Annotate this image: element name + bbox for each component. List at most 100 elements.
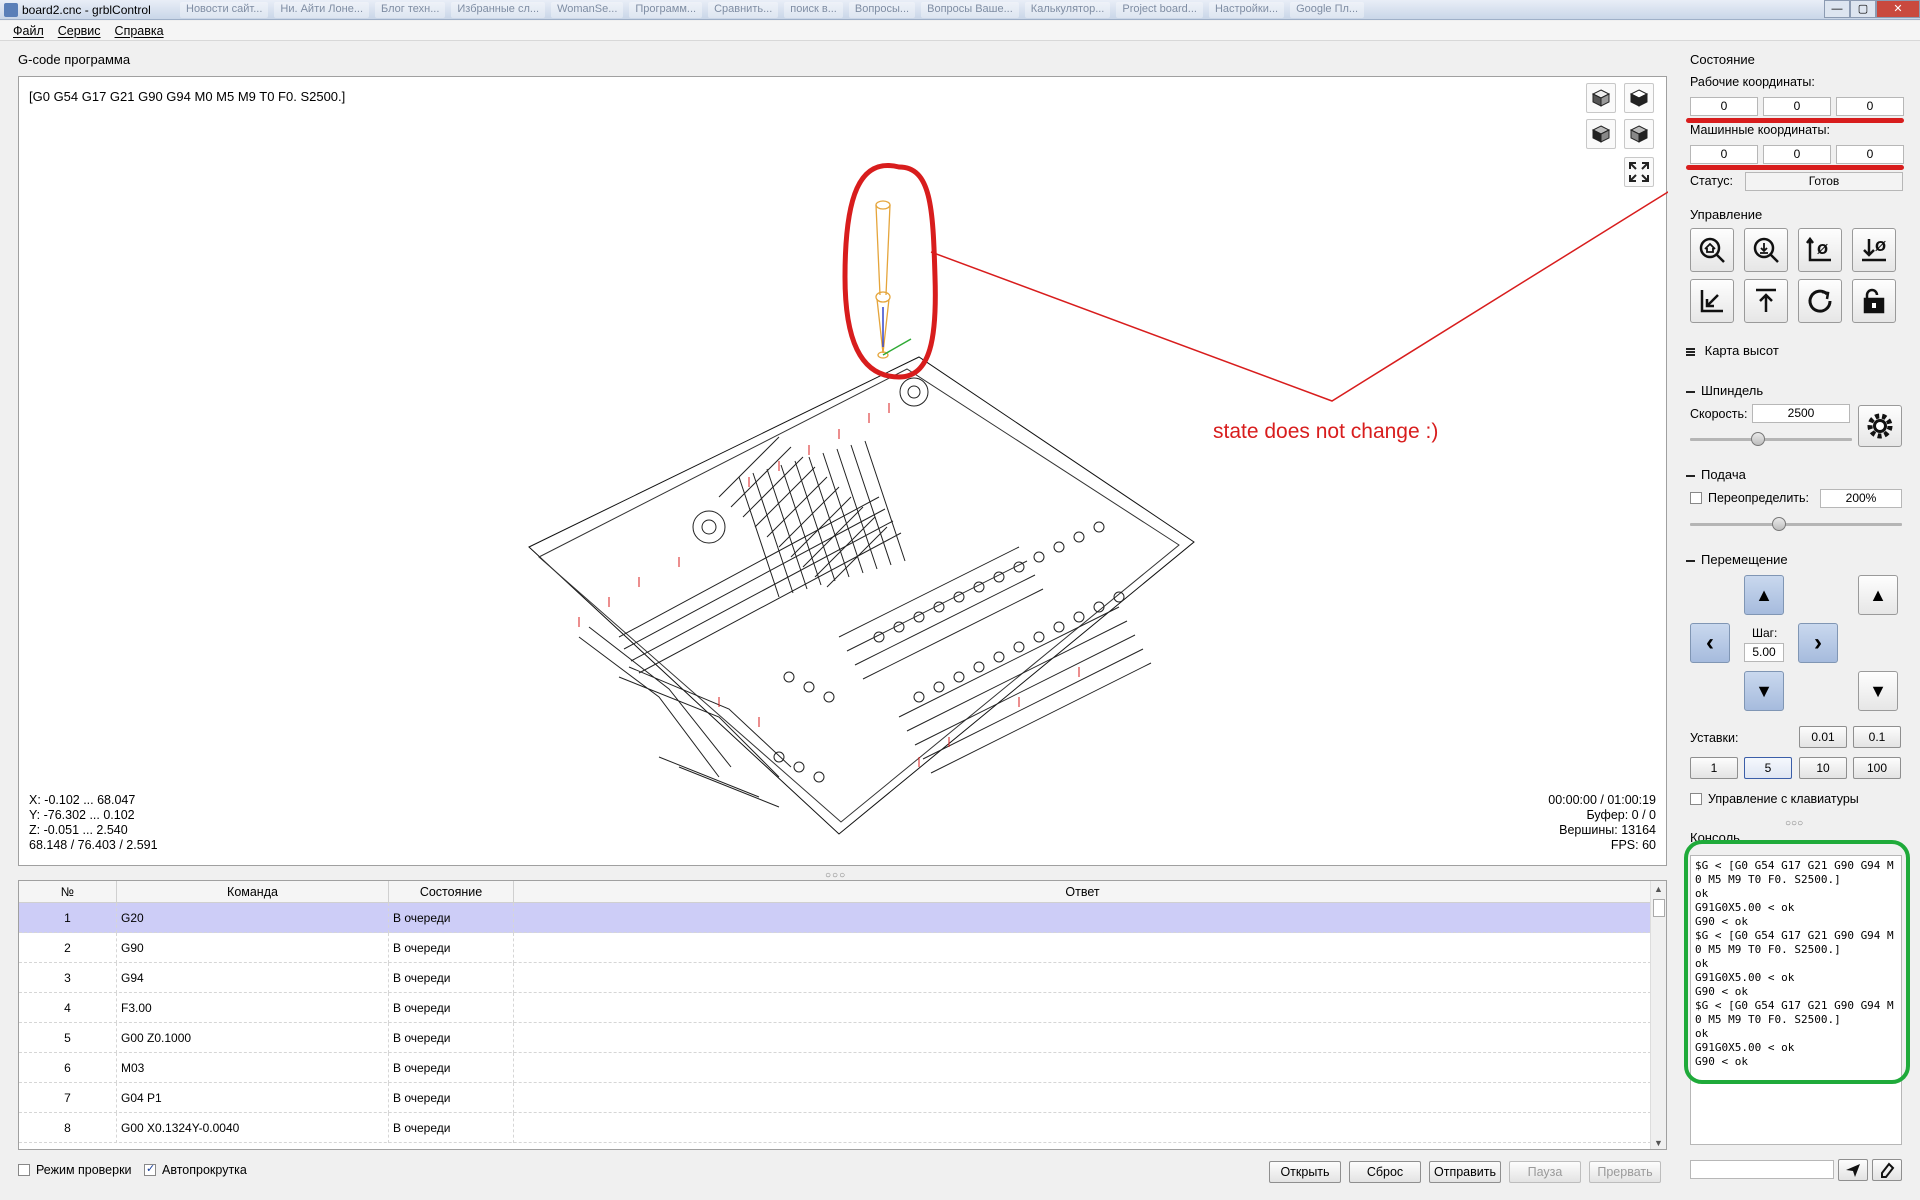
bounds-size: 68.148 / 76.403 / 2.591 bbox=[29, 838, 158, 852]
abort-button[interactable]: Прервать bbox=[1589, 1161, 1661, 1183]
control-group-title: Управление bbox=[1690, 207, 1763, 222]
jog-section-header[interactable]: Перемещение bbox=[1686, 552, 1788, 567]
table-row[interactable]: 8 G00 X0.1324Y-0.0040 В очереди bbox=[19, 1113, 1651, 1143]
feed-slider-handle[interactable] bbox=[1772, 517, 1787, 531]
spindle-slider-handle[interactable] bbox=[1751, 432, 1766, 446]
table-scrollbar[interactable]: ▲ ▼ bbox=[1650, 881, 1666, 1149]
toolpath-drawing bbox=[528, 163, 1668, 835]
close-button[interactable]: ✕ bbox=[1876, 0, 1920, 18]
work-y-field: 0 bbox=[1763, 97, 1831, 116]
row-command: G00 Z0.1000 bbox=[117, 1023, 389, 1053]
jog-z-plus-button[interactable]: ▲ bbox=[1858, 575, 1898, 615]
table-row[interactable]: 6 M03 В очереди bbox=[19, 1053, 1651, 1083]
autoscroll-checkbox[interactable] bbox=[144, 1162, 156, 1176]
soft-reset-button[interactable] bbox=[1798, 279, 1842, 323]
col-state[interactable]: Состояние bbox=[389, 881, 514, 903]
scroll-down-icon[interactable]: ▼ bbox=[1654, 1138, 1663, 1148]
machine-y-field: 0 bbox=[1763, 145, 1831, 164]
feed-section-header[interactable]: Подача bbox=[1686, 467, 1746, 482]
presets-label: Уставки: bbox=[1690, 731, 1739, 745]
table-row[interactable]: 3 G94 В очереди bbox=[19, 963, 1651, 993]
table-row[interactable]: 5 G00 Z0.1000 В очереди bbox=[19, 1023, 1651, 1053]
safe-position-button[interactable] bbox=[1744, 279, 1788, 323]
maximize-button[interactable]: ▢ bbox=[1850, 0, 1876, 18]
console-send-button[interactable] bbox=[1838, 1159, 1868, 1181]
splitter-handle[interactable]: ○○○ bbox=[1785, 818, 1803, 829]
col-command[interactable]: Команда bbox=[117, 881, 389, 903]
console-clear-button[interactable] bbox=[1872, 1159, 1902, 1181]
collapse-icon bbox=[1686, 474, 1695, 477]
menu-file[interactable]: Файл bbox=[6, 21, 51, 40]
spindle-section-header[interactable]: Шпиндель bbox=[1686, 383, 1763, 398]
preset-10-button[interactable]: 10 bbox=[1799, 757, 1847, 779]
jog-x-plus-button[interactable]: › bbox=[1798, 623, 1838, 663]
open-button[interactable]: Открыть bbox=[1269, 1161, 1341, 1183]
bottom-bar: Режим проверки Автопрокрутка Открыть Сбр… bbox=[18, 1158, 1667, 1184]
title-bar[interactable]: board2.cnc - grblControl Новости сайт...… bbox=[0, 0, 1920, 20]
zero-xy-button[interactable]: Ø bbox=[1798, 228, 1842, 272]
check-mode-checkbox[interactable] bbox=[18, 1164, 30, 1176]
jog-x-minus-button[interactable]: ‹ bbox=[1690, 623, 1730, 663]
menu-service[interactable]: Сервис bbox=[51, 21, 108, 40]
restore-origin-button[interactable] bbox=[1690, 279, 1734, 323]
spindle-speed-field[interactable]: 2500 bbox=[1752, 404, 1850, 423]
work-z-field: 0 bbox=[1836, 97, 1904, 116]
arrow-down-icon: ▼ bbox=[1755, 680, 1773, 701]
preset-5-button[interactable]: 5 bbox=[1744, 757, 1792, 779]
svg-text:Ø: Ø bbox=[1875, 240, 1886, 255]
arrow-up-icon: ▲ bbox=[1869, 584, 1887, 605]
table-row[interactable]: 2 G90 В очереди bbox=[19, 933, 1651, 963]
work-coords-label: Рабочие координаты: bbox=[1690, 75, 1815, 89]
jog-z-minus-button[interactable]: ▼ bbox=[1858, 671, 1898, 711]
preset-0.01-button[interactable]: 0.01 bbox=[1799, 726, 1847, 748]
buffer-readout: Буфер: 0 / 0 bbox=[1586, 808, 1657, 822]
feed-slider-track[interactable] bbox=[1690, 523, 1902, 526]
row-number: 3 bbox=[19, 963, 117, 993]
spindle-slider-track[interactable] bbox=[1690, 438, 1852, 441]
row-number: 4 bbox=[19, 993, 117, 1023]
col-response[interactable]: Ответ bbox=[514, 881, 1651, 903]
row-command: F3.00 bbox=[117, 993, 389, 1023]
background-tab: Калькулятор... bbox=[1024, 2, 1111, 18]
scroll-up-icon[interactable]: ▲ bbox=[1654, 884, 1663, 894]
preset-1-button[interactable]: 1 bbox=[1690, 757, 1738, 779]
pause-button[interactable]: Пауза bbox=[1509, 1161, 1581, 1183]
scroll-thumb[interactable] bbox=[1653, 899, 1665, 917]
unlock-button[interactable] bbox=[1852, 279, 1896, 323]
feed-override-checkbox[interactable] bbox=[1690, 492, 1702, 504]
feed-override-field[interactable]: 200% bbox=[1820, 489, 1902, 508]
row-response bbox=[514, 963, 1651, 993]
col-number[interactable]: № bbox=[19, 881, 117, 903]
unlock-icon bbox=[1863, 288, 1885, 314]
gcode-table[interactable]: № Команда Состояние Ответ 1 G20 В очереди 2… bbox=[18, 880, 1667, 1150]
probe-button[interactable] bbox=[1744, 228, 1788, 272]
send-button[interactable]: Отправить bbox=[1429, 1161, 1501, 1183]
console-command-input[interactable] bbox=[1690, 1160, 1834, 1179]
row-response bbox=[514, 1053, 1651, 1083]
state-group-title: Состояние bbox=[1690, 52, 1755, 67]
zero-z-button[interactable]: Ø bbox=[1852, 228, 1896, 272]
jog-step-field[interactable]: 5.00 bbox=[1744, 643, 1784, 662]
check-mode-label: Режим проверки bbox=[36, 1163, 132, 1177]
heightmap-section-header[interactable]: Карта высот bbox=[1686, 343, 1779, 358]
3d-viewport[interactable]: [G0 G54 G17 G21 G90 G94 M0 M5 M9 T0 F0. … bbox=[18, 76, 1668, 866]
background-tab: Google Пл... bbox=[1290, 2, 1365, 18]
table-row[interactable]: 4 F3.00 В очереди bbox=[19, 993, 1651, 1023]
row-state: В очереди bbox=[389, 1023, 514, 1053]
annotation-green-box bbox=[1684, 840, 1910, 1084]
reset-button[interactable]: Сброс bbox=[1349, 1161, 1421, 1183]
minimize-button[interactable]: — bbox=[1824, 0, 1850, 18]
jog-y-plus-button[interactable]: ▲ bbox=[1744, 575, 1784, 615]
keyboard-control-label: Управление с клавиатуры bbox=[1708, 792, 1859, 806]
jog-y-minus-button[interactable]: ▼ bbox=[1744, 671, 1784, 711]
home-button[interactable] bbox=[1690, 228, 1734, 272]
menu-help[interactable]: Справка bbox=[108, 21, 171, 40]
table-row[interactable]: 7 G04 P1 В очереди bbox=[19, 1083, 1651, 1113]
annotation-text: state does not change :) bbox=[1213, 420, 1439, 443]
keyboard-control-checkbox[interactable] bbox=[1690, 793, 1702, 805]
table-row[interactable]: 1 G20 В очереди bbox=[19, 903, 1651, 933]
gear-icon bbox=[1867, 413, 1893, 439]
spindle-toggle-button[interactable] bbox=[1858, 405, 1902, 447]
preset-100-button[interactable]: 100 bbox=[1853, 757, 1901, 779]
preset-0.1-button[interactable]: 0.1 bbox=[1853, 726, 1901, 748]
